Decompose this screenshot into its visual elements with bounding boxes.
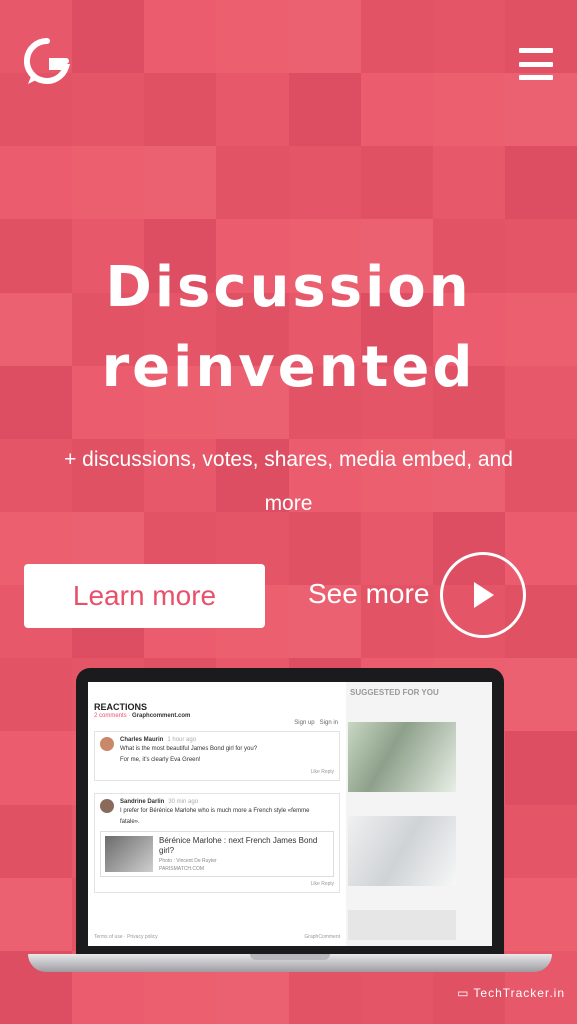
embed-credit: Photo : Vincent De Ruyter bbox=[159, 858, 217, 864]
footer-brand: GraphComment bbox=[304, 934, 340, 940]
comment-time: 1 hour ago bbox=[167, 737, 197, 743]
embed-title: Bérénice Marlohe : next French James Bon… bbox=[159, 836, 318, 855]
suggested-image[interactable] bbox=[348, 910, 456, 940]
comment-text-line1: What is the most beautiful James Bond gi… bbox=[120, 746, 258, 752]
hero-title-line2: reinvented bbox=[101, 335, 476, 400]
see-more-link[interactable]: See more bbox=[308, 578, 429, 610]
laptop-preview: REACTIONS 2 comments · Graphcomment.com … bbox=[28, 668, 552, 980]
avatar bbox=[100, 737, 114, 751]
watermark: ▭ TechTracker.in bbox=[457, 986, 565, 1000]
embed-image bbox=[105, 836, 153, 872]
hero-subtitle: + discussions, votes, shares, media embe… bbox=[64, 448, 513, 515]
learn-more-button[interactable]: Learn more bbox=[24, 564, 265, 628]
comments-footer: Terms of use · Privacy policy GraphComme… bbox=[94, 934, 340, 940]
hamburger-menu-icon[interactable] bbox=[519, 48, 553, 80]
footer-links[interactable]: Terms of use · Privacy policy bbox=[94, 934, 158, 940]
watermark-text: TechTracker.in bbox=[473, 986, 565, 1000]
comments-panel: REACTIONS 2 comments · Graphcomment.com … bbox=[88, 682, 346, 946]
suggested-image[interactable] bbox=[348, 722, 456, 792]
watermark-icon: ▭ bbox=[457, 986, 470, 1000]
comments-meta: 2 comments · Graphcomment.com bbox=[94, 713, 191, 719]
hero-title: Discussion reinvented bbox=[0, 248, 577, 408]
comment-card: Sandrine Darlin 30 min ago I prefer for B… bbox=[94, 793, 340, 893]
comment-text-line2: fatale». bbox=[120, 819, 140, 825]
suggested-panel: SUGGESTED FOR YOU bbox=[346, 682, 492, 946]
laptop-lid: REACTIONS 2 comments · Graphcomment.com … bbox=[76, 668, 504, 958]
login-links: Sign up Sign in bbox=[294, 720, 338, 726]
comment-text-line1: I prefer for Bérénice Marlohe who is muc… bbox=[120, 808, 310, 814]
reactions-title: REACTIONS bbox=[94, 702, 148, 712]
comments-site: Graphcomment.com bbox=[132, 713, 191, 719]
suggested-image[interactable] bbox=[348, 816, 456, 886]
sign-up-link[interactable]: Sign up bbox=[294, 720, 314, 726]
comment-author: Charles Maurin bbox=[120, 737, 164, 743]
avatar bbox=[100, 799, 114, 813]
play-icon[interactable] bbox=[440, 552, 526, 638]
suggested-label: SUGGESTED FOR YOU bbox=[350, 688, 439, 697]
graphcomment-logo-icon[interactable] bbox=[22, 36, 72, 86]
comment-time: 30 min ago bbox=[168, 799, 199, 805]
embed-source: PARISMATCH.COM bbox=[159, 866, 205, 872]
comment-actions[interactable]: Like Reply bbox=[100, 769, 334, 775]
laptop-screen: REACTIONS 2 comments · Graphcomment.com … bbox=[88, 682, 492, 946]
media-embed[interactable]: Bérénice Marlohe : next French James Bon… bbox=[100, 831, 334, 877]
comment-actions[interactable]: Like Reply bbox=[100, 881, 334, 887]
comment-author: Sandrine Darlin bbox=[120, 799, 165, 805]
comments-count: 2 comments bbox=[94, 713, 127, 719]
sign-in-link[interactable]: Sign in bbox=[320, 720, 338, 726]
comment-card: Charles Maurin 1 hour ago What is the mos… bbox=[94, 731, 340, 781]
comment-text-line2: For me, it's clearly Eva Green! bbox=[120, 757, 201, 763]
laptop-notch bbox=[250, 954, 330, 960]
hero-title-line1: Discussion bbox=[105, 255, 472, 320]
